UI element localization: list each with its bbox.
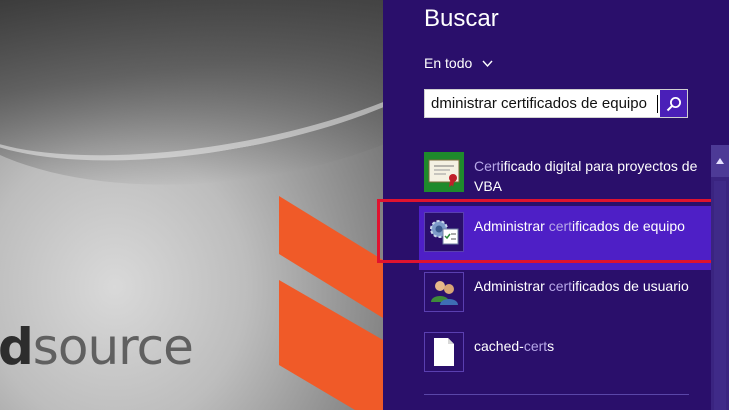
search-input[interactable]: [425, 90, 657, 117]
search-charm-panel: Buscar En todo dministrar certificados d…: [383, 0, 729, 410]
result-label: cached-certs: [474, 338, 555, 354]
search-scope-dropdown[interactable]: En todo: [424, 55, 493, 71]
text-caret: [657, 94, 658, 113]
scroll-thumb[interactable]: [714, 181, 726, 410]
desktop-wallpaper: dsource: [0, 0, 383, 410]
chevron-up-icon: [716, 158, 724, 164]
result-label: Certificado digital para proyectos de VB…: [474, 158, 698, 194]
brand-wordmark: dsource: [0, 318, 194, 376]
result-label: Administrar certificados de equipo: [474, 218, 685, 234]
result-item-manage-computer-certificates[interactable]: Administrar certificados de equipo: [419, 206, 729, 270]
certificate-icon: [424, 152, 464, 192]
search-scope-label: En todo: [424, 55, 473, 71]
results-scrollbar[interactable]: [711, 145, 729, 410]
user-certificates-icon: [424, 272, 464, 312]
result-item-manage-user-certificates[interactable]: Administrar certificados de usuario: [424, 272, 714, 328]
results-divider: [424, 394, 689, 395]
search-box: [424, 89, 688, 118]
result-label: Administrar certificados de usuario: [474, 278, 689, 294]
search-button[interactable]: [660, 90, 687, 117]
result-item-cached-certs[interactable]: cached-certs: [424, 332, 714, 388]
result-item-vba-certificate[interactable]: Certificado digital para proyectos de VB…: [424, 152, 714, 208]
search-icon: [666, 96, 681, 111]
file-icon: [424, 332, 464, 372]
search-title: Buscar: [424, 5, 499, 32]
chevron-down-icon: [482, 60, 493, 67]
scroll-up-button[interactable]: [711, 145, 729, 177]
computer-certificates-icon: [424, 212, 464, 252]
